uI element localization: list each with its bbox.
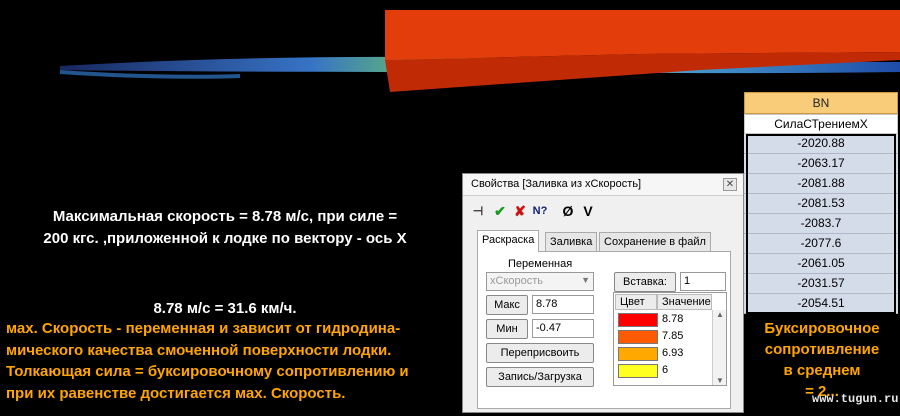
- color-row[interactable]: 8.78: [618, 312, 710, 328]
- color-row-value: 6: [662, 364, 669, 376]
- max-button[interactable]: Макс: [486, 295, 528, 315]
- note-line-1: Буксировочное: [764, 320, 880, 337]
- color-swatch: [618, 330, 658, 344]
- max-speed-text: Максимальная скорость = 8.78 м/с, при си…: [10, 206, 440, 250]
- explanation-line-4: при их равенстве достигается мах. Скорос…: [6, 384, 346, 402]
- explanation-line-2: мического качества смоченной поверхности…: [6, 341, 392, 359]
- scroll-up-icon[interactable]: ▲: [716, 310, 724, 319]
- color-row-value: 6.93: [662, 347, 684, 359]
- color-column-header[interactable]: Цвет: [615, 294, 657, 310]
- value-column-header[interactable]: Значение: [657, 294, 712, 310]
- table-cell[interactable]: -2081.88: [744, 174, 898, 194]
- table-cell[interactable]: -2054.51: [744, 294, 898, 314]
- coloring-panel: Переменная хСкорость ▼ Вставка: 1 Макс 8…: [477, 251, 731, 409]
- reassign-button[interactable]: Переприсвоить: [486, 343, 594, 363]
- table-cell[interactable]: -2077.6: [744, 234, 898, 254]
- watermark: www.tugun.ru: [812, 392, 899, 406]
- close-icon[interactable]: ✕: [723, 178, 737, 191]
- towing-resistance-note: Буксировочное сопротивление в среднем = …: [748, 318, 896, 402]
- max-speed-line-1: Максимальная скорость = 8.78 м/с, при си…: [52, 208, 398, 225]
- table-cell[interactable]: -2031.57: [744, 274, 898, 294]
- table-cell[interactable]: -2020.88: [744, 134, 898, 154]
- column-header-bn[interactable]: BN: [744, 92, 898, 114]
- min-input[interactable]: -0.47: [532, 319, 594, 338]
- ok-check-icon[interactable]: ✔: [491, 202, 509, 220]
- tab-fill[interactable]: Заливка: [545, 232, 598, 251]
- color-row-value: 8.78: [662, 313, 684, 325]
- variable-select[interactable]: хСкорость ▼: [486, 272, 594, 291]
- max-speed-line-2: 200 кгс. ,приложенной к лодке по вектору…: [43, 230, 407, 247]
- color-row-value: 7.85: [662, 330, 684, 342]
- color-row[interactable]: 6: [618, 363, 710, 379]
- max-input[interactable]: 8.78: [532, 295, 594, 314]
- spreadsheet-column: BN СилаСТрениемX -2020.88 -2063.17 -2081…: [744, 92, 898, 316]
- variable-select-value: хСкорость: [490, 275, 544, 287]
- v-icon[interactable]: V: [579, 202, 597, 220]
- hull-side-upper: [385, 10, 900, 60]
- tab-coloring[interactable]: Раскраска: [477, 230, 540, 252]
- color-swatch: [618, 364, 658, 378]
- note-line-2: сопротивление: [764, 341, 880, 358]
- explanation-line-3: Толкающая сила = буксировочному сопротив…: [6, 363, 409, 380]
- color-row[interactable]: 7.85: [618, 329, 710, 345]
- cancel-x-icon[interactable]: ✘: [511, 202, 529, 220]
- table-cell[interactable]: -2083.7: [744, 214, 898, 234]
- null-icon[interactable]: Ø: [559, 202, 577, 220]
- insert-input[interactable]: 1: [680, 272, 726, 291]
- color-table: Цвет Значение 8.78 7.85 6.93 6 ▲ ▼: [613, 292, 727, 386]
- color-swatch: [618, 347, 658, 361]
- speed-conversion: 8.78 м/с = 31.6 км/ч.: [153, 300, 297, 317]
- explanation-line-1: мах. Скорость - переменная и зависит от …: [6, 320, 401, 337]
- help-icon[interactable]: N?: [531, 202, 549, 220]
- properties-dialog: Свойства [Заливка из хСкорость] ✕ ⊣ ✔ ✘ …: [462, 173, 744, 413]
- tab-save-to-file[interactable]: Сохранение в файл: [599, 232, 711, 251]
- scroll-down-icon[interactable]: ▼: [716, 376, 724, 385]
- dialog-title: Свойства [Заливка из хСкорость]: [471, 178, 642, 190]
- table-cell[interactable]: -2063.17: [744, 154, 898, 174]
- table-cell[interactable]: -2081.53: [744, 194, 898, 214]
- color-row[interactable]: 6.93: [618, 346, 710, 362]
- pin-icon[interactable]: ⊣: [469, 202, 487, 220]
- explanation-text: мах. Скорость - переменная и зависит от …: [6, 318, 446, 404]
- insert-button[interactable]: Вставка:: [614, 272, 676, 292]
- variable-label: Переменная: [508, 258, 573, 270]
- color-swatch: [618, 313, 658, 327]
- min-button[interactable]: Мин: [486, 319, 528, 339]
- chevron-down-icon: ▼: [581, 275, 590, 285]
- column-title-cell[interactable]: СилаСТрениемX: [744, 114, 898, 134]
- color-table-scrollbar[interactable]: ▲ ▼: [712, 310, 726, 385]
- table-cell[interactable]: -2061.05: [744, 254, 898, 274]
- note-line-3: в среднем: [783, 362, 861, 379]
- dialog-titlebar[interactable]: Свойства [Заливка из хСкорость] ✕: [463, 174, 743, 196]
- save-load-button[interactable]: Запись/Загрузка: [486, 367, 594, 387]
